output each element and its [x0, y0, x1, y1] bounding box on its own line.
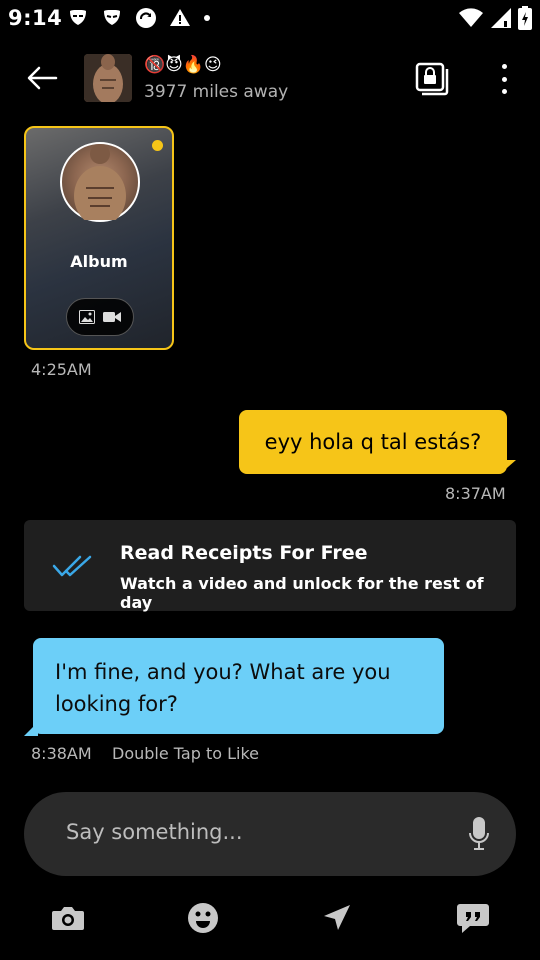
album-avatar-image: [74, 144, 126, 226]
read-receipts-promo[interactable]: Read Receipts For Free Watch a video and…: [24, 520, 516, 612]
receipts-title: Read Receipts For Free: [120, 542, 368, 564]
message-input[interactable]: [66, 820, 446, 844]
menu-dot: [501, 64, 507, 69]
double-check-icon: [52, 555, 92, 577]
video-icon: [103, 312, 121, 322]
photo-icon: [79, 310, 95, 324]
menu-dot: [501, 89, 507, 94]
location-button[interactable]: [319, 900, 355, 936]
status-system-icons: [458, 6, 532, 30]
wifi-icon: [459, 8, 483, 27]
receipts-subtitle: Watch a video and unlock for the rest of…: [120, 574, 484, 612]
album-lock-icon: [415, 62, 449, 96]
back-button[interactable]: [24, 60, 60, 96]
profile-display-name[interactable]: 🔞😈🔥😉: [144, 55, 222, 75]
emoji-icon: [188, 903, 218, 933]
camera-icon: [52, 907, 84, 930]
status-bar: 9:14: [0, 0, 540, 38]
saved-phrases-button[interactable]: [455, 900, 491, 936]
dot-icon: [204, 15, 210, 21]
microphone-icon[interactable]: [468, 816, 490, 852]
phrases-icon: [457, 904, 489, 933]
menu-dot: [501, 76, 507, 82]
status-notification-icons: [66, 6, 212, 30]
incoming-bubble-tail: [24, 722, 38, 736]
warning-icon: [170, 9, 190, 26]
outgoing-bubble-tail: [500, 460, 516, 474]
battery-icon: [518, 6, 532, 30]
unread-dot: [152, 140, 163, 151]
incoming-message-bubble[interactable]: I'm fine, and you? What are you looking …: [33, 638, 444, 734]
incoming-message-text: I'm fine, and you? What are you looking …: [55, 660, 391, 716]
profile-photo-image: [84, 54, 132, 102]
album-label: Album: [70, 252, 128, 271]
profile-photo[interactable]: [84, 54, 132, 102]
status-time: 9:14: [8, 6, 63, 30]
outgoing-timestamp: 8:37AM: [445, 484, 506, 503]
private-album-button[interactable]: [413, 60, 451, 98]
arrow-left-icon: [27, 66, 58, 90]
more-options-button[interactable]: [490, 60, 518, 98]
incoming-timestamp: 8:38AM: [31, 744, 92, 763]
shared-album-card[interactable]: Album: [24, 126, 174, 350]
emoji-button[interactable]: [185, 900, 221, 936]
sync-icon: [136, 8, 156, 28]
outgoing-message-text: eyy hola q tal estás?: [264, 430, 482, 454]
signal-icon: [491, 8, 511, 28]
album-media-types: [66, 298, 134, 336]
profile-distance: 3977 miles away: [144, 82, 289, 102]
album-timestamp: 4:25AM: [31, 360, 92, 379]
location-icon: [324, 905, 350, 930]
app-icon-1: [70, 10, 86, 25]
double-tap-hint: Double Tap to Like: [112, 744, 259, 763]
album-avatar: [60, 142, 140, 226]
outgoing-message-bubble[interactable]: eyy hola q tal estás?: [239, 410, 507, 474]
message-composer: [24, 792, 516, 876]
app-icon-2: [104, 10, 120, 25]
camera-button[interactable]: [50, 900, 86, 936]
